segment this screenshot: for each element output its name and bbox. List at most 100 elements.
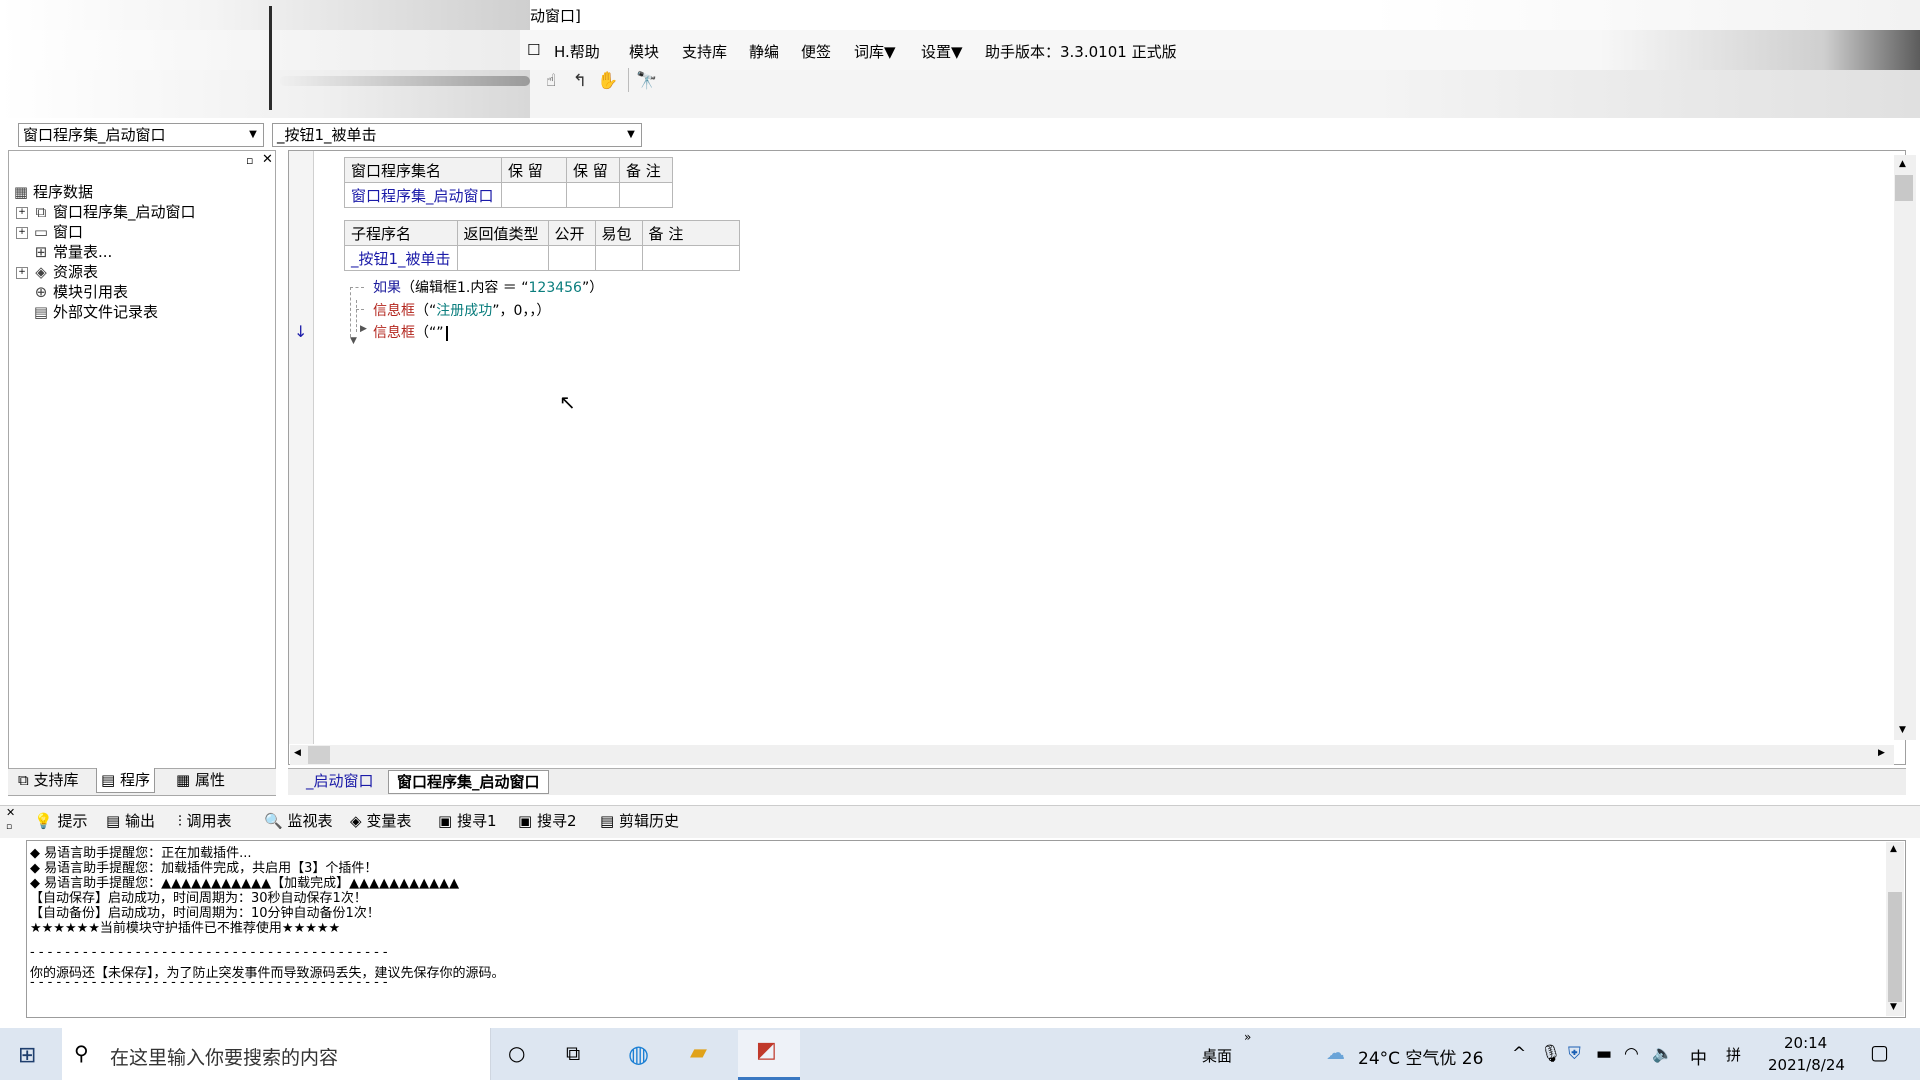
scroll-thumb[interactable]	[1895, 175, 1913, 201]
menu-support-library[interactable]: 支持库	[682, 41, 727, 62]
code-line-if[interactable]: 如果（编辑框1.内容 ＝ “123456”）	[373, 277, 603, 297]
scroll-thumb[interactable]	[308, 746, 330, 764]
chevron-right-icon[interactable]: »	[1244, 1030, 1251, 1044]
output-vertical-scrollbar[interactable]: ▲ ▼	[1886, 842, 1904, 1016]
sub-name-cell[interactable]: _按钮1_被单击	[344, 245, 458, 271]
tab-watch[interactable]: 🔍 监视表	[264, 810, 332, 832]
menu-settings[interactable]: 设置▼	[921, 41, 963, 62]
tab-support-library[interactable]: ⧉ 支持库	[14, 768, 83, 792]
menu-module[interactable]: 模块	[629, 41, 659, 62]
chevron-down-icon[interactable]: ▼	[245, 126, 261, 144]
tab-search1[interactable]: ▣ 搜寻1	[438, 810, 497, 832]
tab-properties[interactable]: ▦ 属性	[172, 768, 229, 792]
magnifier-icon: 🔍	[264, 812, 288, 830]
tree-item-resources[interactable]: + ◈ 资源表	[16, 262, 98, 282]
table-cell[interactable]	[456, 245, 549, 271]
tree-item-assembly[interactable]: + ⧉ 窗口程序集_启动窗口	[16, 202, 196, 222]
tab-startup-window[interactable]: _启动窗口	[298, 770, 382, 792]
task-view-icon[interactable]: ⧉	[566, 1041, 580, 1065]
table-cell[interactable]	[641, 245, 740, 271]
tree-item-external-files[interactable]: ▤ 外部文件记录表	[32, 302, 158, 322]
clipboard-icon: ▤	[600, 812, 619, 830]
tab-clip-history[interactable]: ▤ 剪辑历史	[600, 810, 679, 832]
notifications-icon[interactable]: ▢	[1870, 1040, 1889, 1064]
tab-variables[interactable]: ◈ 变量表	[350, 810, 411, 832]
subroutine-combo[interactable]: _按钮1_被单击 ▼	[272, 123, 642, 147]
version-label: 助手版本：3.3.0101 正式版	[985, 43, 1177, 61]
expand-icon[interactable]: +	[16, 266, 28, 279]
scroll-down-icon[interactable]: ▼	[1899, 725, 1906, 735]
weather-text[interactable]: 24°C 空气优 26	[1358, 1044, 1483, 1069]
table-cell[interactable]	[594, 245, 643, 271]
assembly-name-cell[interactable]: 窗口程序集_启动窗口	[344, 182, 502, 208]
panel-pin-icon[interactable]: ▫	[246, 154, 253, 167]
editor-horizontal-scrollbar[interactable]: ◀ ▶	[290, 745, 1894, 765]
scroll-up-icon[interactable]: ▲	[1899, 159, 1906, 169]
code-line-msgbox-2[interactable]: 信息框（“”	[373, 322, 448, 342]
ime-language[interactable]: 中	[1690, 1044, 1707, 1069]
expand-icon[interactable]: +	[16, 206, 28, 219]
menu-bar-gradient-right	[1600, 30, 1920, 70]
chevron-up-icon[interactable]: ^	[1512, 1044, 1526, 1064]
file-explorer-icon[interactable]: ▰	[690, 1040, 707, 1065]
window-title: 动窗口]	[530, 7, 581, 25]
table-cell[interactable]	[547, 245, 596, 271]
cortana-icon[interactable]: ○	[508, 1041, 525, 1065]
scroll-right-icon[interactable]: ▶	[1878, 748, 1885, 758]
library-icon: ⧉	[18, 771, 34, 789]
edge-browser-icon[interactable]: ◍	[628, 1040, 649, 1068]
battery-icon[interactable]: ▬	[1596, 1044, 1612, 1064]
assembly-combo[interactable]: 窗口程序集_启动窗口 ▼	[18, 123, 264, 147]
table-cell[interactable]	[501, 182, 567, 208]
scroll-down-icon[interactable]: ▼	[1890, 1002, 1897, 1012]
flow-end-arrow-icon: ▼	[350, 336, 357, 346]
ime-mode[interactable]: 拼	[1726, 1044, 1741, 1065]
tree-root[interactable]: ▦ 程序数据	[12, 182, 93, 202]
scroll-left-icon[interactable]: ◀	[294, 748, 301, 758]
scroll-thumb[interactable]	[1888, 892, 1902, 1002]
module-icon: ⊕	[34, 283, 48, 301]
wifi-icon[interactable]: ◠	[1624, 1044, 1639, 1064]
chevron-down-icon[interactable]: ▼	[623, 126, 639, 144]
menu-dictionary[interactable]: 词库▼	[854, 41, 896, 62]
weather-icon: ☁	[1326, 1042, 1345, 1064]
close-icon[interactable]: ✕	[6, 806, 15, 819]
step-into-icon[interactable]: ↰	[569, 70, 591, 92]
close-icon[interactable]: ✕	[262, 152, 273, 167]
menu-static-compile[interactable]: 静编	[749, 41, 779, 62]
tab-assembly-startup-window[interactable]: 窗口程序集_启动窗口	[388, 770, 549, 794]
tree-item-module-refs[interactable]: ⊕ 模块引用表	[32, 282, 128, 302]
tree-item-constants[interactable]: ⊞ 常量表...	[32, 242, 113, 262]
table-cell[interactable]	[566, 182, 620, 208]
find-icon[interactable]: 🔭	[636, 70, 658, 92]
tab-output[interactable]: ▤ 输出	[106, 810, 155, 832]
volume-icon[interactable]: 🔈	[1652, 1044, 1673, 1064]
breakpoint-icon[interactable]: ☝	[540, 70, 562, 92]
tab-call-stack[interactable]: ⫶ 调用表	[178, 810, 232, 832]
security-shield-icon[interactable]: ⛨	[1568, 1044, 1581, 1064]
microphone-icon[interactable]: 🎙	[1540, 1044, 1562, 1064]
clock-date[interactable]: 2021/8/24	[1768, 1056, 1845, 1074]
windows-start-icon[interactable]: ⊞	[18, 1043, 36, 1068]
sub-header-easy-package: 易包	[594, 220, 643, 246]
table-cell[interactable]	[619, 182, 673, 208]
menu-help[interactable]: H.帮助	[554, 41, 600, 62]
editor-vertical-scrollbar[interactable]: ▲ ▼	[1894, 155, 1916, 740]
panel-pin-icon[interactable]: ▫	[6, 822, 12, 832]
hand-icon[interactable]: ✋	[597, 70, 619, 92]
mouse-pointer-icon: ↖	[559, 390, 576, 414]
clock-time[interactable]: 20:14	[1784, 1034, 1827, 1052]
menu-notes[interactable]: 便签	[801, 41, 831, 62]
scroll-up-icon[interactable]: ▲	[1890, 844, 1897, 854]
output-line: ★★★★★★当前模块守护插件已不推荐使用★★★★★	[30, 921, 341, 936]
code-line-msgbox-1[interactable]: 信息框（“注册成功”，0，，）	[373, 300, 550, 320]
taskbar-app-active[interactable]: ◩	[738, 1030, 800, 1080]
tab-program[interactable]: ▤ 程序	[96, 768, 155, 793]
tab-tips[interactable]: 💡 提示	[34, 810, 87, 832]
tree-item-window[interactable]: + ▭ 窗口	[16, 222, 83, 242]
tab-search2[interactable]: ▣ 搜寻2	[518, 810, 577, 832]
menu-checkbox[interactable]: ☐	[527, 41, 540, 59]
expand-icon[interactable]: +	[16, 226, 28, 239]
desktop-label[interactable]: 桌面	[1202, 1045, 1232, 1066]
variables-icon: ◈	[350, 812, 367, 830]
